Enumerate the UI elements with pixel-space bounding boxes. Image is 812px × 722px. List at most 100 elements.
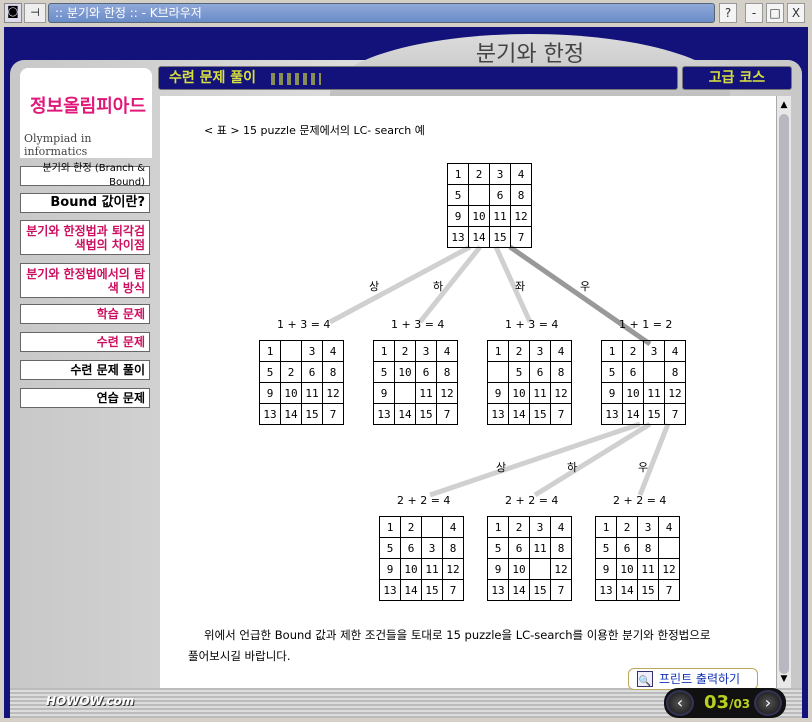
vertical-scrollbar[interactable]: ▲ ▼ [776,96,791,688]
puzzle-cell: 14 [280,403,302,425]
paragraph-line-1: 위에서 언급한 Bound 값과 제한 조건들을 토대로 15 puzzle을 … [204,628,711,642]
puzzle-cell: 13 [259,403,281,425]
scroll-down-icon[interactable]: ▼ [777,672,791,686]
puzzle-cell: 11 [489,205,511,227]
level2-puzzle: 1 2 3 4 5 6 11 8 9 10 12 13 14 15 7 [487,516,572,601]
puzzle-cell: 4 [550,516,572,538]
next-page-button[interactable]: › [754,690,782,716]
page-indicator: 03/03 [704,692,750,713]
puzzle-cell: 12 [664,382,686,404]
print-label: 프린트 출력하기 [659,672,741,686]
level2-puzzle: 1 2 3 4 5 6 8 9 10 11 12 13 14 15 7 [595,516,680,601]
prev-page-button[interactable]: ‹ [666,690,694,716]
scroll-thumb[interactable] [779,114,789,674]
puzzle-cell: 2 [280,361,302,383]
puzzle-cell: 3 [643,340,665,362]
puzzle-cell: 1 [601,340,623,362]
puzzle-cell: 3 [637,516,659,538]
puzzle-cell: 8 [510,184,532,206]
puzzle-cell: 8 [550,537,572,559]
puzzle-cell: 10 [508,558,530,580]
puzzle-cell: 4 [436,340,458,362]
cost-label: 1 + 3 = 4 [277,318,331,331]
level1-puzzle: 1 2 3 4 5 10 6 8 9 11 12 13 14 15 7 [373,340,458,425]
puzzle-cell: 2 [622,340,644,362]
puzzle-cell: 2 [508,340,530,362]
puzzle-cell: 10 [508,382,530,404]
puzzle-cell: 6 [508,537,530,559]
puzzle-cell: 9 [447,205,469,227]
puzzle-cell: 12 [550,558,572,580]
puzzle-cell: 12 [322,382,344,404]
level1-puzzle: 1 2 3 4 5 6 8 9 10 11 12 13 14 15 7 [601,340,686,425]
puzzle-cell: 4 [550,340,572,362]
root-puzzle: 1 2 3 4 5 6 8 9 10 11 12 13 14 15 7 [447,163,532,248]
puzzle-cell: 7 [664,403,686,425]
puzzle-cell [280,340,302,362]
puzzle-cell: 6 [415,361,437,383]
brand-logo: HOWOW.com [46,694,135,708]
puzzle-cell: 13 [447,226,469,248]
puzzle-cell: 15 [415,403,437,425]
puzzle-cell: 13 [379,579,401,601]
cost-label: 1 + 3 = 4 [391,318,445,331]
puzzle-cell: 10 [468,205,490,227]
puzzle-cell: 8 [664,361,686,383]
puzzle-cell: 2 [394,340,416,362]
puzzle-cell: 6 [301,361,323,383]
puzzle-cell: 9 [595,558,617,580]
puzzle-cell: 14 [508,403,530,425]
level1-puzzle: 1 2 3 4 5 6 8 9 10 11 12 13 14 15 7 [487,340,572,425]
puzzle-cell: 9 [487,382,509,404]
puzzle-cell: 7 [550,403,572,425]
puzzle-cell: 7 [436,403,458,425]
cost-label: 1 + 3 = 4 [505,318,559,331]
level2-puzzle: 1 2 4 5 6 3 8 9 10 11 12 13 14 15 7 [379,516,464,601]
puzzle-cell: 1 [487,340,509,362]
puzzle-cell: 2 [508,516,530,538]
puzzle-cell [643,361,665,383]
puzzle-cell: 11 [637,558,659,580]
puzzle-cell: 8 [637,537,659,559]
puzzle-cell: 5 [447,184,469,206]
page-current: 03 [704,692,730,713]
puzzle-cell: 3 [421,537,443,559]
puzzle-cell: 5 [508,361,530,383]
puzzle-cell: 15 [529,403,551,425]
puzzle-cell: 7 [322,403,344,425]
puzzle-cell: 15 [637,579,659,601]
puzzle-cell: 1 [373,340,395,362]
direction-label: 우 [580,280,591,293]
puzzle-cell: 11 [301,382,323,404]
print-preview-icon: 🔍 [637,671,653,687]
puzzle-cell: 8 [550,361,572,383]
puzzle-cell [658,537,680,559]
puzzle-cell: 1 [487,516,509,538]
puzzle-cell: 13 [595,579,617,601]
puzzle-cell: 2 [616,516,638,538]
puzzle-cell: 4 [442,516,464,538]
puzzle-cell: 14 [622,403,644,425]
puzzle-cell: 3 [529,340,551,362]
scroll-up-icon[interactable]: ▲ [777,98,791,112]
puzzle-cell: 12 [510,205,532,227]
puzzle-cell: 3 [415,340,437,362]
puzzle-cell: 1 [379,516,401,538]
puzzle-cell: 15 [301,403,323,425]
puzzle-cell: 11 [421,558,443,580]
puzzle-cell: 8 [442,537,464,559]
puzzle-cell: 5 [379,537,401,559]
puzzle-cell: 11 [529,382,551,404]
puzzle-cell: 1 [259,340,281,362]
puzzle-cell: 14 [508,579,530,601]
puzzle-cell: 10 [616,558,638,580]
puzzle-cell: 6 [616,537,638,559]
edge-l2-up [429,421,641,498]
puzzle-cell: 13 [487,579,509,601]
print-button[interactable]: 🔍 프린트 출력하기 [628,668,758,690]
edge-l2-down [533,421,652,498]
puzzle-cell: 9 [487,558,509,580]
puzzle-cell: 5 [259,361,281,383]
puzzle-cell: 4 [322,340,344,362]
puzzle-cell: 2 [468,163,490,185]
